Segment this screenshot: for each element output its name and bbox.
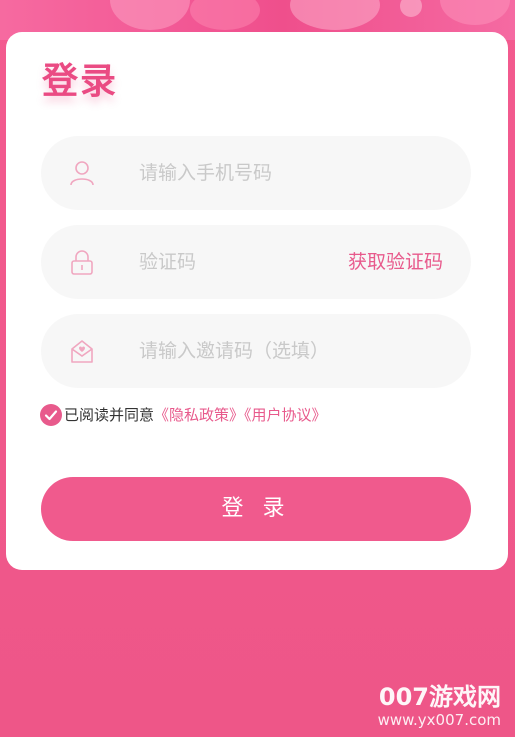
agreement-prefix: 已阅读并同意 xyxy=(64,406,155,424)
get-code-button[interactable]: 获取验证码 xyxy=(348,225,443,299)
verification-code-field[interactable]: 验证码 获取验证码 xyxy=(41,225,471,299)
user-agreement-link[interactable]: 《用户协议》 xyxy=(244,406,327,424)
site-watermark: 007游戏网 www.yx007.com xyxy=(378,683,501,729)
invite-code-field[interactable]: 请输入邀请码（选填） xyxy=(41,314,471,388)
login-button[interactable]: 登 录 xyxy=(41,477,471,541)
phone-placeholder: 请输入手机号码 xyxy=(139,162,273,184)
watermark-url: www.yx007.com xyxy=(377,711,501,729)
mail-icon xyxy=(69,338,95,364)
phone-field[interactable]: 请输入手机号码 xyxy=(41,136,471,210)
watermark-title: 007游戏网 xyxy=(378,683,501,711)
verification-code-placeholder: 验证码 xyxy=(139,251,197,273)
page-title: 登录 xyxy=(42,61,119,102)
invite-code-placeholder: 请输入邀请码（选填） xyxy=(139,340,330,362)
user-icon xyxy=(69,160,95,186)
checkmark-icon xyxy=(44,410,58,421)
privacy-policy-link[interactable]: 《隐私政策》 xyxy=(154,406,244,424)
agreement-text: 已阅读并同意《隐私政策》《用户协议》 xyxy=(64,403,327,427)
agreement-checkbox[interactable] xyxy=(40,404,62,426)
lock-icon xyxy=(69,249,95,275)
